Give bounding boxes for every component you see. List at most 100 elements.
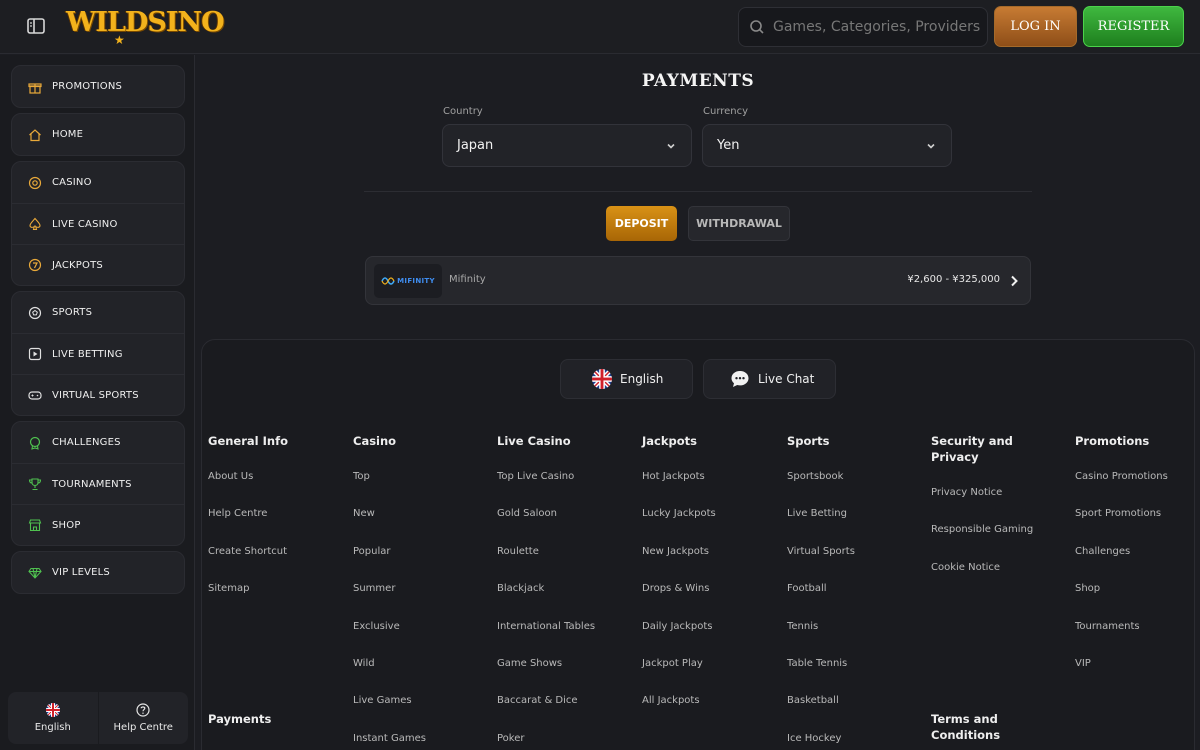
footer-link-top[interactable]: Top — [353, 471, 370, 482]
footer-link-tournaments[interactable]: Tournaments — [1075, 621, 1140, 632]
footer-language-label: English — [620, 372, 664, 386]
footer-link-responsible-gaming[interactable]: Responsible Gaming — [931, 524, 1033, 535]
footer-link-top-live-casino[interactable]: Top Live Casino — [497, 471, 574, 482]
footer-link-poker[interactable]: Poker — [497, 733, 525, 744]
footer-column-jackpots: Jackpots Hot Jackpots Lucky Jackpots New Ja… — [642, 433, 752, 706]
currency-select[interactable]: Yen — [702, 124, 952, 167]
sidebar-language-button[interactable]: English — [8, 692, 98, 744]
nav-group-promotions: PROMOTIONS — [11, 65, 185, 108]
nav-group-home: HOME — [11, 113, 185, 156]
footer-link-sitemap[interactable]: Sitemap — [208, 583, 249, 594]
brand-logo[interactable]: WILDSINO ★ — [66, 7, 225, 47]
footer-link-tennis[interactable]: Tennis — [787, 621, 818, 632]
country-label: Country — [443, 106, 483, 117]
footer-link-drops-wins[interactable]: Drops & Wins — [642, 583, 709, 594]
sidebar-item-jackpots[interactable]: JACKPOTS — [12, 244, 184, 285]
soccer-ball-icon — [28, 306, 42, 319]
country-select[interactable]: Japan — [442, 124, 692, 167]
footer-link-football[interactable]: Football — [787, 583, 827, 594]
footer-link-help-centre[interactable]: Help Centre — [208, 508, 267, 519]
footer-link-baccarat-dice[interactable]: Baccarat & Dice — [497, 695, 578, 706]
footer-link-casino-promotions[interactable]: Casino Promotions — [1075, 471, 1168, 482]
footer-link-vip[interactable]: VIP — [1075, 658, 1091, 669]
footer-link-blackjack[interactable]: Blackjack — [497, 583, 544, 594]
sidebar-item-live-casino[interactable]: LIVE CASINO — [12, 203, 184, 244]
footer-link-basketball[interactable]: Basketball — [787, 695, 839, 706]
footer-link-virtual-sports[interactable]: Virtual Sports — [787, 546, 855, 557]
footer-link-gold-saloon[interactable]: Gold Saloon — [497, 508, 557, 519]
footer-link-live-betting[interactable]: Live Betting — [787, 508, 847, 519]
footer-link-summer[interactable]: Summer — [353, 583, 395, 594]
footer-terms-column: Terms and Conditions — [931, 711, 1041, 743]
footer-link-new[interactable]: New — [353, 508, 375, 519]
footer-link-jackpot-play[interactable]: Jackpot Play — [642, 658, 703, 669]
footer-link-exclusive[interactable]: Exclusive — [353, 621, 400, 632]
sidebar-item-challenges[interactable]: CHALLENGES — [12, 422, 184, 463]
footer-link-privacy-notice[interactable]: Privacy Notice — [931, 487, 1002, 498]
sidebar-item-label: SHOP — [52, 519, 81, 531]
diamond-icon — [28, 567, 42, 579]
tab-deposit[interactable]: DEPOSIT — [606, 206, 677, 241]
footer-link-game-shows[interactable]: Game Shows — [497, 658, 562, 669]
footer-link-table-tennis[interactable]: Table Tennis — [787, 658, 847, 669]
sidebar-help-button[interactable]: Help Centre — [97, 692, 189, 744]
footer-link-sportsbook[interactable]: Sportsbook — [787, 471, 843, 482]
search-icon — [750, 20, 764, 34]
footer-link-international-tables[interactable]: International Tables — [497, 621, 595, 632]
sidebar-item-tournaments[interactable]: TOURNAMENTS — [12, 463, 184, 504]
footer-link-live-games[interactable]: Live Games — [353, 695, 412, 706]
sidebar-item-label: CASINO — [52, 177, 92, 188]
footer-link-daily-jackpots[interactable]: Daily Jackpots — [642, 621, 712, 632]
sidebar-item-live-betting[interactable]: LIVE BETTING — [12, 333, 184, 374]
sidebar-item-shop[interactable]: SHOP — [12, 504, 184, 545]
footer-column-heading: Promotions — [1075, 434, 1150, 448]
trophy-icon — [28, 478, 42, 491]
sidebar-item-promotions[interactable]: PROMOTIONS — [12, 66, 184, 107]
sidebar-item-vip-levels[interactable]: VIP LEVELS — [12, 552, 184, 593]
country-value: Japan — [457, 138, 494, 153]
search-box[interactable] — [738, 7, 988, 47]
brand-logo-text: WILDSINO — [66, 7, 225, 38]
sidebar-item-sports[interactable]: SPORTS — [12, 292, 184, 333]
sidebar-item-casino[interactable]: CASINO — [12, 162, 184, 203]
sidebar-item-label: LIVE BETTING — [52, 348, 123, 360]
mifinity-mark-icon — [381, 277, 395, 285]
footer-language-button[interactable]: English — [560, 359, 693, 399]
footer-link-about-us[interactable]: About Us — [208, 471, 253, 482]
register-button[interactable]: REGISTER — [1083, 6, 1184, 47]
footer-link-instant-games[interactable]: Instant Games — [353, 733, 426, 744]
footer-link-shop[interactable]: Shop — [1075, 583, 1100, 594]
footer-link-wild[interactable]: Wild — [353, 658, 375, 669]
footer-link-challenges[interactable]: Challenges — [1075, 546, 1130, 557]
login-button[interactable]: LOG IN — [994, 6, 1077, 47]
footer-link-ice-hockey[interactable]: Ice Hockey — [787, 733, 841, 744]
sidebar-item-virtual-sports[interactable]: VIRTUAL SPORTS — [12, 374, 184, 415]
payment-method-row[interactable]: MIFINITY Mifinity ¥2,600 - ¥325,000 — [365, 256, 1031, 305]
footer-link-cookie-notice[interactable]: Cookie Notice — [931, 562, 1000, 573]
footer-link-all-jackpots[interactable]: All Jackpots — [642, 695, 700, 706]
nav-group-vip: VIP LEVELS — [11, 551, 185, 594]
sidebar-bottom-bar: English Help Centre — [8, 692, 188, 744]
live-chat-button[interactable]: Live Chat — [703, 359, 836, 399]
footer-link-lucky-jackpots[interactable]: Lucky Jackpots — [642, 508, 716, 519]
sidebar-help-label: Help Centre — [113, 722, 173, 733]
footer-terms-heading: Terms and Conditions — [931, 712, 1001, 742]
footer-link-create-shortcut[interactable]: Create Shortcut — [208, 546, 287, 557]
footer-link-hot-jackpots[interactable]: Hot Jackpots — [642, 471, 705, 482]
search-input[interactable] — [773, 19, 983, 35]
help-icon — [136, 703, 150, 717]
tab-withdrawal[interactable]: WITHDRAWAL — [688, 206, 790, 241]
sidebar-toggle-icon[interactable] — [26, 16, 46, 36]
sidebar-item-label: CHALLENGES — [52, 437, 121, 448]
medal-icon — [29, 436, 41, 450]
footer-link-popular[interactable]: Popular — [353, 546, 391, 557]
footer-link-sport-promotions[interactable]: Sport Promotions — [1075, 508, 1161, 519]
main-content: PAYMENTS Country Japan Currency Yen DEPO… — [196, 55, 1200, 750]
sidebar-item-home[interactable]: HOME — [12, 114, 184, 155]
sidebar-item-label: PROMOTIONS — [52, 81, 123, 92]
gamepad-icon — [28, 391, 42, 400]
casino-chip-icon — [28, 176, 42, 189]
footer-column-sports: Sports Sportsbook Live Betting Virtual Spor… — [787, 433, 897, 744]
footer-link-roulette[interactable]: Roulette — [497, 546, 539, 557]
footer-link-new-jackpots[interactable]: New Jackpots — [642, 546, 709, 557]
